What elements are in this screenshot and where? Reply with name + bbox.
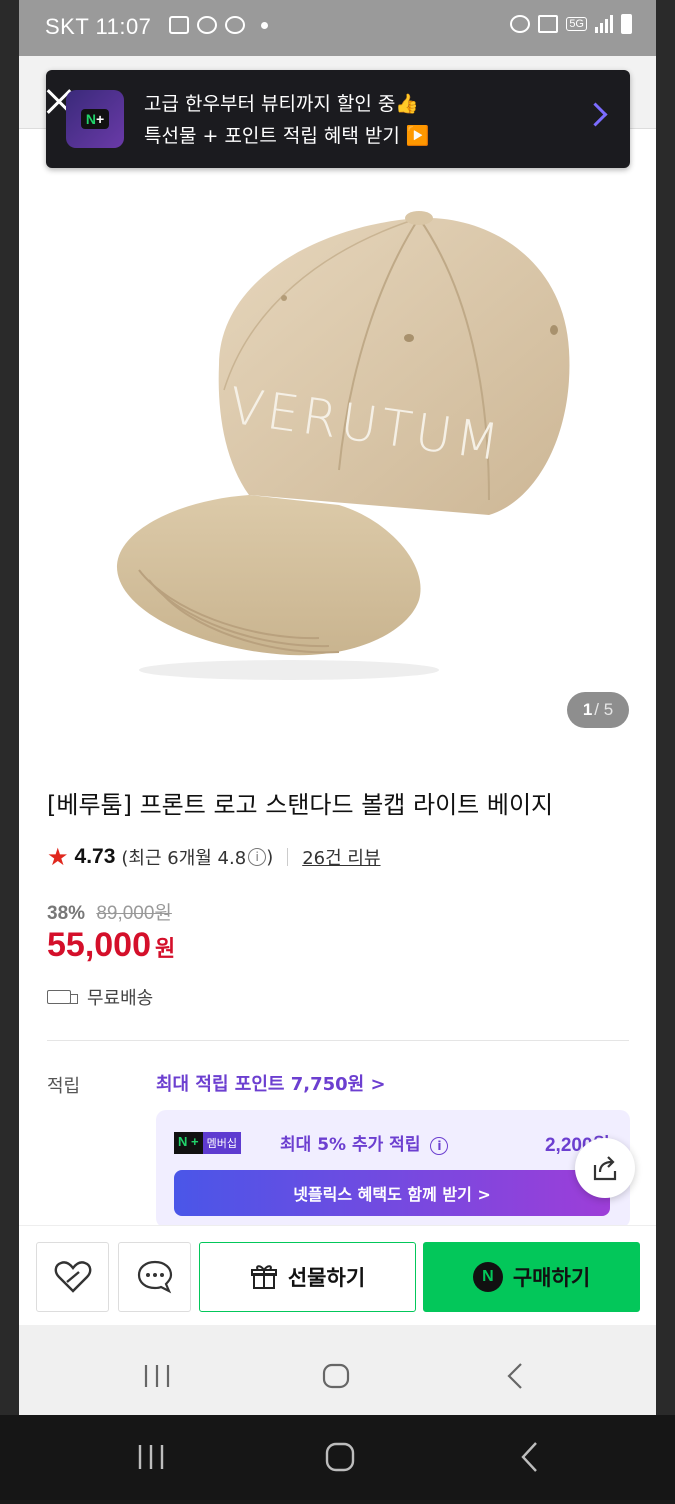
app-screen: SKT 11:07 5G N+ 고급 한우부터 뷰티까지 할인 중👍 특선물 +…	[19, 0, 656, 1415]
device-nav-icons	[138, 1442, 537, 1472]
gallery-icon	[169, 16, 189, 34]
review-count-link[interactable]: 26건 리뷰	[302, 844, 380, 870]
recent-apps-icon	[144, 1365, 170, 1387]
talk-button[interactable]	[118, 1242, 191, 1312]
network-type: 5G	[566, 17, 587, 31]
more-notifications-icon	[261, 21, 268, 29]
info-icon[interactable]: i	[430, 1137, 449, 1155]
recent-rating: (최근 6개월 4.8	[121, 848, 247, 869]
rating-row: ★ 4.73 (최근 6개월 4.8 i ) 26건 리뷰	[47, 843, 381, 871]
discount-row: 38% 89,000원	[47, 898, 172, 925]
battery-icon	[621, 14, 632, 34]
netflix-benefit-button[interactable]: 넷플릭스 혜택도 함께 받기 >	[174, 1170, 610, 1216]
share-icon	[593, 1156, 617, 1181]
recent-rating-close: )	[266, 846, 274, 868]
gift-label: 선물하기	[287, 1266, 366, 1290]
kakaotalk-icon	[197, 16, 217, 34]
buy-button[interactable]: N 구매하기	[423, 1242, 640, 1312]
shipping-text: 무료배송	[87, 988, 154, 1009]
nav-icons-inner	[144, 1363, 522, 1389]
chat-icon	[137, 1260, 172, 1294]
shipping-row: 무료배송	[47, 984, 153, 1010]
npay-logo-icon: N	[472, 1262, 503, 1292]
points-label: 적립	[47, 1076, 81, 1097]
sale-price: 55,000	[47, 926, 151, 964]
bottom-action-bar: 선물하기 N 구매하기	[19, 1225, 656, 1326]
max-points-link[interactable]: 최대 적립 포인트 7,750원 >	[156, 1070, 386, 1096]
promo-line-2: 특선물 + 포인트 적립 혜택 받기 ▶️	[144, 125, 430, 147]
nplus-membership-badge: N + 멤버십	[174, 1132, 241, 1154]
original-price: 89,000원	[96, 903, 172, 924]
notification-icons	[169, 16, 268, 34]
buy-label: 구매하기	[512, 1266, 591, 1290]
back-icon	[521, 1442, 537, 1472]
mute-icon	[538, 15, 559, 33]
membership-label: 멤버십	[202, 1132, 241, 1154]
info-icon[interactable]: i	[248, 848, 267, 866]
page-total: / 5	[594, 700, 614, 719]
system-icons: 5G	[510, 14, 632, 34]
recent-apps-icon	[138, 1445, 164, 1469]
device-nav-bar	[0, 1415, 675, 1500]
product-image[interactable]: VERUTUM	[19, 170, 656, 740]
nplus-badge-logo: N +	[174, 1132, 203, 1154]
price-row: 55,000 원	[47, 926, 175, 965]
cap-illustration: VERUTUM	[116, 211, 570, 680]
phone-frame-right	[656, 0, 675, 1415]
phone-frame-left	[0, 0, 19, 1415]
signal-icon	[595, 15, 613, 33]
star-icon: ★	[47, 843, 69, 871]
gift-button[interactable]: 선물하기	[199, 1242, 416, 1312]
promo-text: 고급 한우부터 뷰티까지 할인 중👍 특선물 + 포인트 적립 혜택 받기 ▶️	[144, 88, 430, 152]
image-page-counter: 1 / 5	[567, 692, 629, 728]
product-title: [베루툼] 프론트 로고 스탠다드 볼캡 라이트 베이지	[47, 791, 554, 819]
status-time: SKT 11:07	[45, 14, 152, 39]
rating-value: 4.73	[74, 845, 116, 868]
share-button[interactable]	[575, 1138, 635, 1198]
rating-divider	[287, 848, 289, 866]
currency-label: 원	[155, 937, 176, 962]
truck-icon	[47, 990, 78, 1004]
page-current: 1	[582, 700, 593, 719]
heart-icon	[54, 1261, 91, 1293]
wishlist-button[interactable]	[36, 1242, 109, 1312]
alarm-icon	[510, 15, 531, 33]
back-icon	[507, 1363, 522, 1389]
status-bar: SKT 11:07 5G	[19, 0, 656, 56]
system-nav-bar-inner	[19, 1325, 656, 1415]
promo-banner[interactable]: N+ 고급 한우부터 뷰티까지 할인 중👍 특선물 + 포인트 적립 혜택 받기…	[46, 70, 630, 168]
chevron-right-icon[interactable]	[583, 102, 608, 127]
membership-extra-points: 최대 5% 추가 적립 i	[280, 1130, 449, 1155]
weather-icon	[225, 16, 245, 34]
promo-line-1: 고급 한우부터 뷰티까지 할인 중👍	[144, 93, 420, 115]
section-divider	[47, 1040, 629, 1041]
gift-icon	[250, 1265, 277, 1289]
discount-percent: 38%	[47, 903, 86, 924]
nplus-logo-icon: N+	[66, 90, 124, 148]
home-icon	[322, 1363, 350, 1389]
home-icon	[325, 1442, 355, 1472]
nplus-membership-box: N + 멤버십 최대 5% 추가 적립 i 2,200원 넷플릭스 혜택도 함께…	[156, 1110, 630, 1228]
